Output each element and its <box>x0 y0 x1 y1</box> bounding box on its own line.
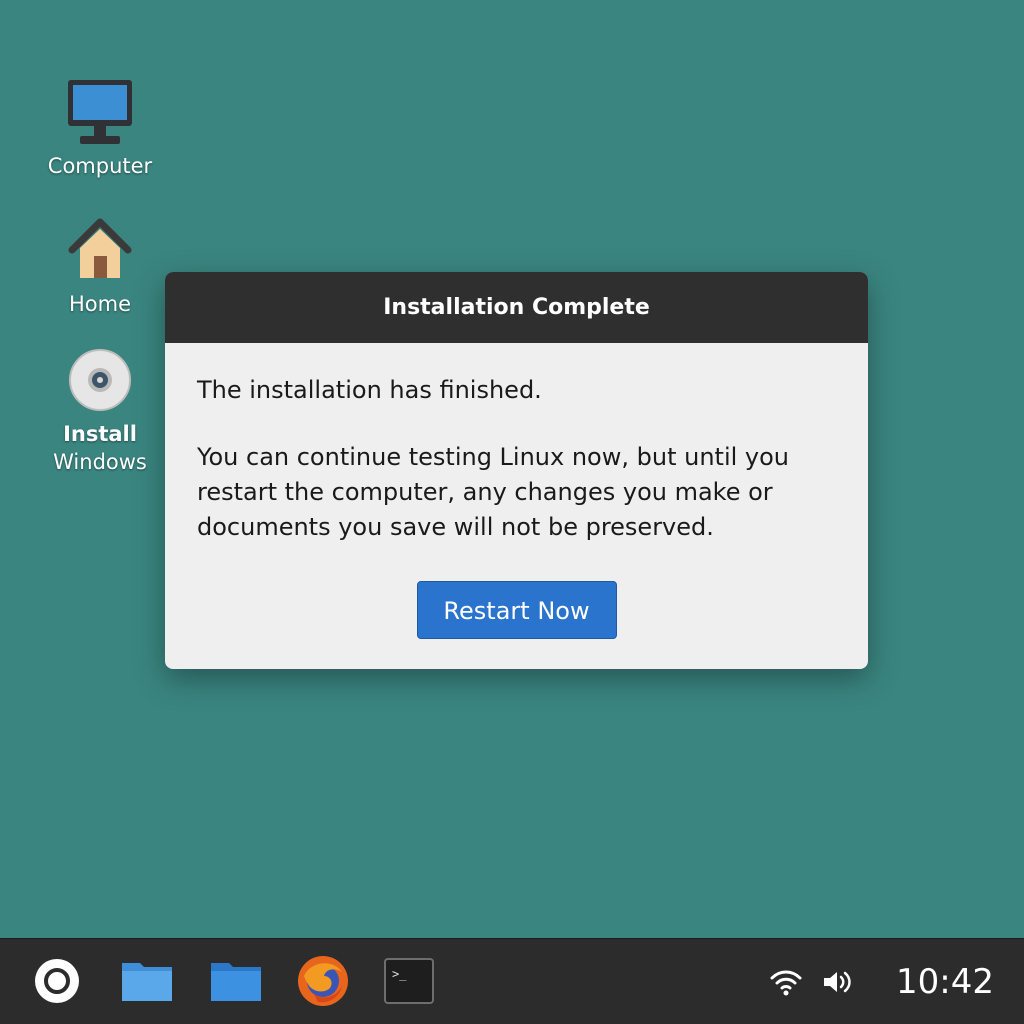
desktop-icon-label-line1: Install <box>63 422 137 446</box>
firefox-icon <box>298 956 348 1006</box>
dialog-message-primary: The installation has finished. <box>197 376 542 404</box>
desktop-icon-label: Computer <box>47 154 153 178</box>
desktop-icon-computer[interactable]: Computer <box>40 72 160 180</box>
folder-icon <box>211 963 261 1001</box>
disc-icon <box>69 349 131 411</box>
installation-complete-dialog: Installation Complete The installation h… <box>165 272 868 669</box>
desktop-icon-label-line2: Windows <box>53 450 147 474</box>
dialog-body: The installation has finished. You can c… <box>165 343 868 545</box>
dialog-message-secondary: You can continue testing Linux now, but … <box>197 443 790 541</box>
terminal-icon: >_ <box>384 958 434 1004</box>
restart-now-button[interactable]: Restart Now <box>416 581 617 639</box>
system-tray: 10:42 <box>768 939 994 1024</box>
dialog-title: Installation Complete <box>383 295 650 320</box>
desktop-icon-home[interactable]: Home <box>40 210 160 318</box>
clock[interactable]: 10:42 <box>896 962 994 1002</box>
taskbar-files-launcher[interactable] <box>117 953 177 1009</box>
terminal-prompt: >_ <box>392 967 407 981</box>
desktop-icon-install-windows[interactable]: Install Windows <box>40 340 160 476</box>
wifi-icon <box>770 970 802 996</box>
dialog-actions: Restart Now <box>165 581 868 639</box>
home-icon <box>68 218 132 278</box>
volume-icon <box>824 971 851 993</box>
taskbar-terminal-launcher[interactable]: >_ <box>379 953 439 1009</box>
desktop-icon-label: Home <box>68 292 131 316</box>
volume-indicator[interactable] <box>820 964 856 1000</box>
taskbar-folder-launcher[interactable] <box>206 953 266 1009</box>
computer-icon <box>68 80 132 144</box>
menu-icon <box>35 959 79 1003</box>
taskbar-firefox-launcher[interactable] <box>293 953 353 1009</box>
network-indicator[interactable] <box>768 964 804 1000</box>
taskbar-menu-button[interactable] <box>27 953 87 1009</box>
folder-icon <box>122 963 172 1001</box>
dialog-titlebar[interactable]: Installation Complete <box>165 272 868 343</box>
taskbar: >_ 10:42 <box>0 938 1024 1024</box>
